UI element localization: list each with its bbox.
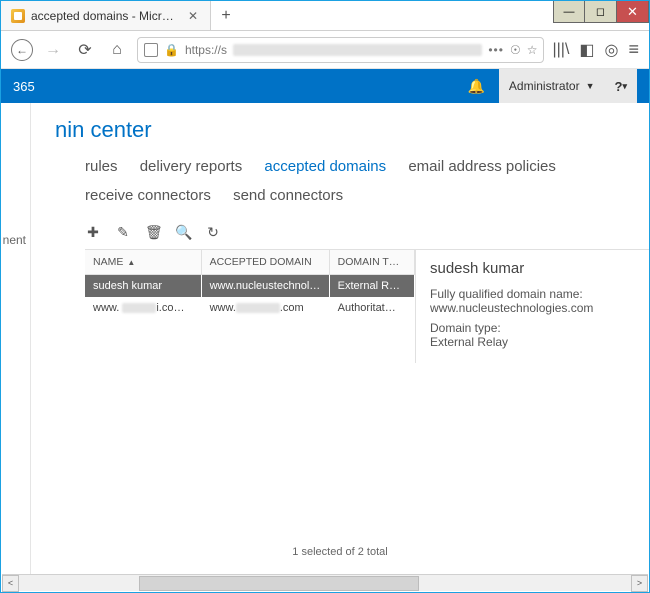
reload-button[interactable]: ⟳ bbox=[73, 38, 97, 62]
account-icon[interactable]: ◎ bbox=[605, 40, 619, 60]
domain-type-label: Domain type: bbox=[430, 321, 635, 335]
cell-type: Authoritat… bbox=[329, 297, 414, 319]
shield-icon[interactable] bbox=[144, 43, 158, 57]
url-blurred: redacted host bbox=[233, 44, 482, 56]
cell-name: sudesh kumar bbox=[85, 275, 201, 298]
selection-status: 1 selected of 2 total bbox=[31, 540, 649, 564]
scroll-track[interactable] bbox=[19, 575, 631, 592]
table-row[interactable]: www. xxi.co… www.xx.com Authoritat… bbox=[85, 297, 415, 319]
tab-rules[interactable]: rules bbox=[85, 158, 118, 175]
product-name-fragment: 365 bbox=[13, 79, 35, 94]
url-protocol: https://s bbox=[185, 43, 227, 57]
cell-type: External R… bbox=[329, 275, 414, 298]
fqdn-label: Fully qualified domain name: bbox=[430, 287, 635, 301]
horizontal-scrollbar[interactable]: < > bbox=[2, 574, 648, 591]
window-maximize-button[interactable]: ◻ bbox=[585, 1, 617, 23]
refresh-button[interactable]: ↻ bbox=[205, 224, 221, 241]
scroll-left-button[interactable]: < bbox=[2, 575, 19, 592]
address-bar[interactable]: 🔒 https://s redacted host ••• ☉ ☆ bbox=[137, 37, 544, 63]
o365-header: 365 🔔 Administrator ▼ ? ▾ bbox=[1, 69, 649, 103]
delete-button[interactable]: 🗑 bbox=[145, 224, 161, 241]
domain-type-value: External Relay bbox=[430, 335, 635, 349]
new-tab-button[interactable]: + bbox=[211, 1, 241, 30]
col-domain-type[interactable]: DOMAIN T… bbox=[329, 250, 414, 275]
bookmark-star-icon[interactable]: ☆ bbox=[527, 43, 538, 57]
browser-titlebar: accepted domains - Microsoft … ✕ + — ◻ ✕ bbox=[1, 1, 649, 31]
tab-close-icon[interactable]: ✕ bbox=[186, 9, 200, 23]
col-name[interactable]: NAME▲ bbox=[85, 250, 201, 275]
page-title: nin center bbox=[49, 103, 649, 153]
fqdn-value: www.nucleustechnologies.com bbox=[430, 301, 635, 315]
tab-email-address-policies[interactable]: email address policies bbox=[408, 158, 556, 175]
cell-domain: www.xx.com bbox=[201, 297, 329, 319]
sidebar-icon[interactable]: ◧ bbox=[579, 40, 594, 60]
sort-asc-icon: ▲ bbox=[127, 258, 135, 267]
account-menu[interactable]: Administrator ▼ bbox=[499, 69, 605, 103]
tab-send-connectors[interactable]: send connectors bbox=[233, 187, 343, 204]
tab-delivery-reports[interactable]: delivery reports bbox=[140, 158, 243, 175]
home-button[interactable]: ⌂ bbox=[105, 38, 129, 62]
cell-name: www. xxi.co… bbox=[85, 297, 201, 319]
browser-tab[interactable]: accepted domains - Microsoft … ✕ bbox=[1, 1, 211, 30]
window-minimize-button[interactable]: — bbox=[553, 1, 585, 23]
page-actions-icon[interactable]: ••• bbox=[488, 43, 504, 57]
help-menu[interactable]: ? ▾ bbox=[605, 69, 637, 103]
left-nav-fragment: nent bbox=[1, 103, 31, 574]
add-button[interactable]: ✚ bbox=[85, 224, 101, 241]
hamburger-menu-icon[interactable]: ≡ bbox=[628, 39, 639, 60]
forward-button[interactable]: → bbox=[41, 38, 65, 62]
tab-nav: rules delivery reports accepted domains … bbox=[49, 153, 649, 218]
tab-favicon bbox=[11, 9, 25, 23]
browser-toolbar: ← → ⟳ ⌂ 🔒 https://s redacted host ••• ☉ … bbox=[1, 31, 649, 69]
tab-receive-connectors[interactable]: receive connectors bbox=[85, 187, 211, 204]
table-row[interactable]: sudesh kumar www.nucleustechnologies.com… bbox=[85, 275, 415, 298]
lock-icon[interactable]: 🔒 bbox=[164, 43, 179, 57]
grid-toolbar: ✚ ✎ 🗑 🔍 ↻ bbox=[49, 218, 649, 249]
scroll-right-button[interactable]: > bbox=[631, 575, 648, 592]
chevron-down-icon: ▼ bbox=[586, 81, 595, 91]
tab-accepted-domains[interactable]: accepted domains bbox=[264, 158, 386, 175]
domains-table: NAME▲ ACCEPTED DOMAIN DOMAIN T… sudesh k… bbox=[85, 250, 415, 319]
details-title: sudesh kumar bbox=[430, 260, 635, 277]
library-icon[interactable]: |||\ bbox=[552, 41, 569, 59]
details-pane: sudesh kumar Fully qualified domain name… bbox=[415, 250, 649, 363]
window-close-button[interactable]: ✕ bbox=[617, 1, 649, 23]
notifications-bell-icon[interactable]: 🔔 bbox=[467, 78, 484, 95]
chevron-down-icon: ▾ bbox=[622, 81, 627, 92]
scroll-thumb[interactable] bbox=[139, 576, 419, 591]
tab-title: accepted domains - Microsoft … bbox=[31, 9, 180, 23]
back-button[interactable]: ← bbox=[11, 39, 33, 61]
reader-view-icon[interactable]: ☉ bbox=[510, 43, 521, 57]
edit-button[interactable]: ✎ bbox=[115, 224, 131, 241]
cell-domain: www.nucleustechnologies.com bbox=[201, 275, 329, 298]
search-button[interactable]: 🔍 bbox=[175, 224, 191, 241]
col-accepted-domain[interactable]: ACCEPTED DOMAIN bbox=[201, 250, 329, 275]
